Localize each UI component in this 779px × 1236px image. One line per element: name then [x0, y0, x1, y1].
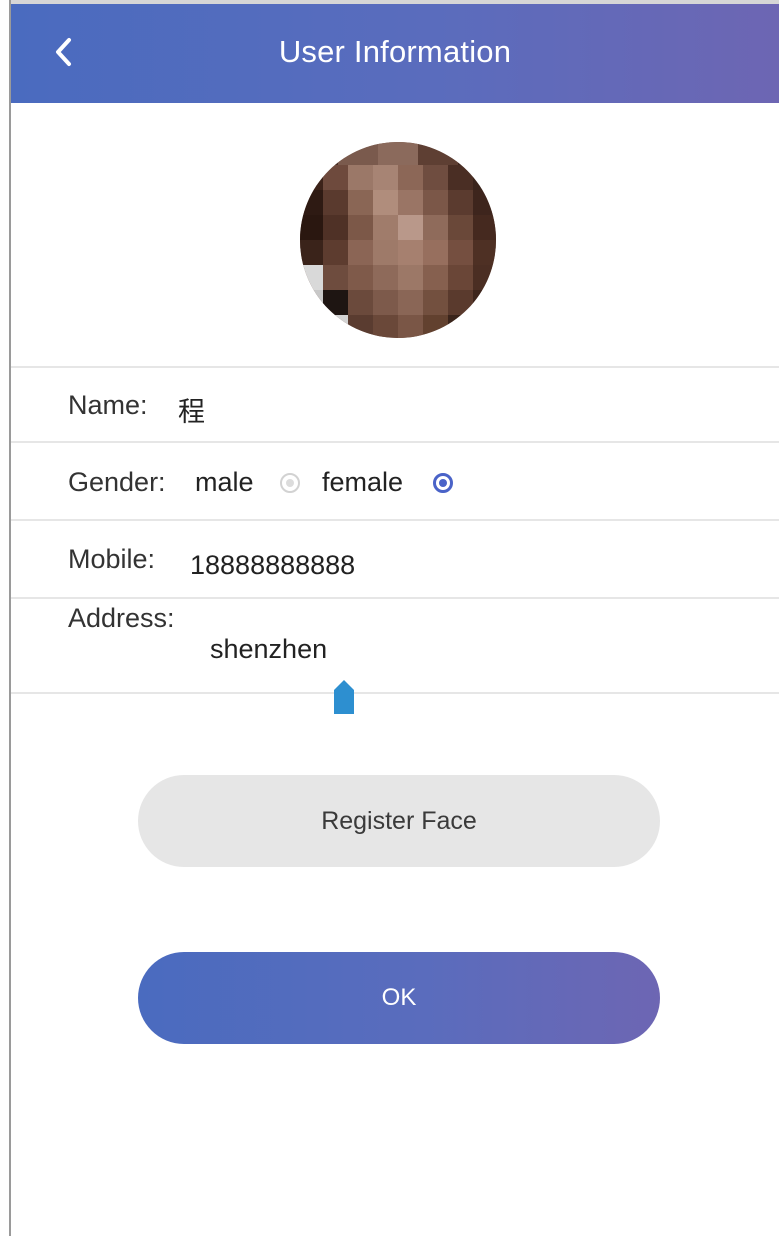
page-title: User Information: [278, 34, 512, 69]
form-divider: [11, 597, 779, 599]
address-label: Address:: [68, 603, 175, 633]
gender-option-female-label[interactable]: female: [322, 467, 403, 498]
name-value: 程: [178, 397, 205, 427]
register-face-button[interactable]: Register Face: [138, 775, 660, 867]
form-divider: [11, 519, 779, 521]
gender-label: Gender:: [68, 467, 166, 497]
name-label: Name:: [68, 390, 148, 420]
app-screen: User Information Name: 程 Gender: male fe…: [0, 0, 779, 1236]
gender-option-male-label[interactable]: male: [195, 467, 254, 498]
app-bar: User Information: [11, 4, 779, 103]
form-divider: [11, 441, 779, 443]
address-value: shenzhen: [210, 634, 328, 664]
gender-male-radio[interactable]: [280, 473, 300, 493]
mobile-value: 18888888888: [190, 550, 356, 580]
mobile-label: Mobile:: [68, 544, 156, 574]
form-divider: [11, 692, 779, 694]
avatar[interactable]: [298, 140, 498, 340]
form-divider: [11, 366, 779, 368]
name-field[interactable]: 程: [170, 375, 730, 435]
ok-button[interactable]: OK: [138, 952, 660, 1044]
mobile-field[interactable]: 18888888888: [180, 535, 740, 595]
text-cursor-handle[interactable]: [332, 678, 356, 716]
gender-female-radio[interactable]: [433, 473, 453, 493]
ok-label: OK: [381, 984, 417, 1011]
window-left-edge: [9, 0, 11, 1236]
address-field[interactable]: shenzhen: [200, 618, 740, 678]
register-face-label: Register Face: [321, 806, 477, 835]
avatar-image: [300, 142, 496, 338]
